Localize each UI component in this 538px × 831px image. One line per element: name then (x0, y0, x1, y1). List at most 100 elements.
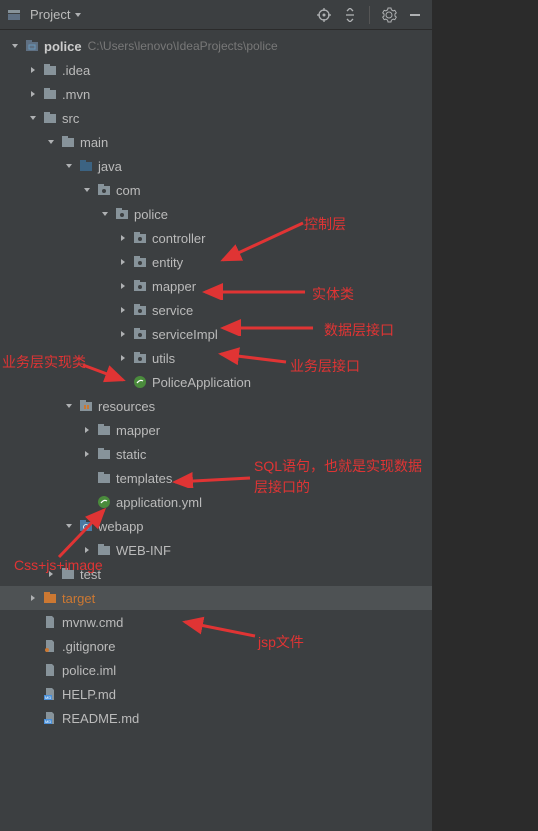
chevron-down-icon (8, 39, 22, 53)
tree-item-java[interactable]: java (0, 154, 432, 178)
node-label: main (80, 135, 108, 150)
toolbar-title: Project (30, 7, 70, 22)
tree-item-main[interactable]: main (0, 130, 432, 154)
web-folder-icon (78, 518, 94, 534)
tree-item-appyml[interactable]: application.yml (0, 490, 432, 514)
module-icon (24, 38, 40, 54)
node-label: police (44, 39, 82, 54)
chevron-right-icon (26, 87, 40, 101)
tree-item-policeapp[interactable]: PoliceApplication (0, 370, 432, 394)
package-icon (96, 182, 112, 198)
chevron-right-icon (116, 255, 130, 269)
node-label: PoliceApplication (152, 375, 251, 390)
package-icon (132, 278, 148, 294)
folder-icon (96, 422, 112, 438)
spring-config-icon (96, 494, 112, 510)
tree-item-src[interactable]: src (0, 106, 432, 130)
folder-icon (60, 134, 76, 150)
chevron-down-icon (80, 183, 94, 197)
tree-item-resources[interactable]: resources (0, 394, 432, 418)
project-view-icon (6, 7, 22, 23)
tree-item-target[interactable]: target (0, 586, 432, 610)
tree-item-mapper[interactable]: mapper (0, 274, 432, 298)
file-icon (42, 662, 58, 678)
tree-item-webinf[interactable]: WEB-INF (0, 538, 432, 562)
tree-item-utils[interactable]: utils (0, 346, 432, 370)
tree-item-idea[interactable]: .idea (0, 58, 432, 82)
package-icon (132, 350, 148, 366)
chevron-down-icon (44, 135, 58, 149)
node-label: target (62, 591, 95, 606)
source-folder-icon (78, 158, 94, 174)
node-label: test (80, 567, 101, 582)
tree-item-test[interactable]: test (0, 562, 432, 586)
tree-item-controller[interactable]: controller (0, 226, 432, 250)
node-label: static (116, 447, 146, 462)
chevron-right-icon (116, 351, 130, 365)
node-label: java (98, 159, 122, 174)
tree-item-police-pkg[interactable]: police (0, 202, 432, 226)
chevron-right-icon (26, 591, 40, 605)
chevron-down-icon (62, 159, 76, 173)
tree-item-service[interactable]: service (0, 298, 432, 322)
chevron-right-icon (116, 279, 130, 293)
node-label: .gitignore (62, 639, 115, 654)
chevron-right-icon (80, 543, 94, 557)
folder-icon (96, 446, 112, 462)
locate-icon[interactable] (313, 4, 335, 26)
markdown-icon: MD (42, 710, 58, 726)
tree-item-entity[interactable]: entity (0, 250, 432, 274)
tree-item-mvn[interactable]: .mvn (0, 82, 432, 106)
folder-icon (42, 110, 58, 126)
folder-icon (96, 542, 112, 558)
tree-item-static[interactable]: static (0, 442, 432, 466)
node-label: entity (152, 255, 183, 270)
node-label: src (62, 111, 79, 126)
chevron-down-icon (62, 399, 76, 413)
excluded-folder-icon (42, 590, 58, 606)
minimize-icon[interactable] (404, 4, 426, 26)
node-label: HELP.md (62, 687, 116, 702)
chevron-right-icon (44, 567, 58, 581)
chevron-right-icon (116, 231, 130, 245)
node-label: application.yml (116, 495, 202, 510)
package-icon (132, 230, 148, 246)
tree-item-readme[interactable]: MD README.md (0, 706, 432, 730)
node-label: com (116, 183, 141, 198)
tree-item-templates[interactable]: templates (0, 466, 432, 490)
tree-item-help[interactable]: MD HELP.md (0, 682, 432, 706)
gear-icon[interactable] (378, 4, 400, 26)
node-label: webapp (98, 519, 144, 534)
folder-icon (60, 566, 76, 582)
tree-item-gitignore[interactable]: .gitignore (0, 634, 432, 658)
node-label: .idea (62, 63, 90, 78)
chevron-down-icon (26, 111, 40, 125)
project-selector[interactable]: Project (6, 6, 82, 24)
tree-item-webapp[interactable]: webapp (0, 514, 432, 538)
markdown-icon: MD (42, 686, 58, 702)
tree-item-mvnw[interactable]: mvnw.cmd (0, 610, 432, 634)
resources-folder-icon (78, 398, 94, 414)
folder-icon (42, 62, 58, 78)
node-label: .mvn (62, 87, 90, 102)
node-label: controller (152, 231, 205, 246)
file-icon (42, 614, 58, 630)
tree-item-com[interactable]: com (0, 178, 432, 202)
node-label: police (134, 207, 168, 222)
package-icon (114, 206, 130, 222)
expand-all-icon[interactable] (339, 4, 361, 26)
chevron-down-icon (62, 519, 76, 533)
folder-icon (42, 86, 58, 102)
node-label: templates (116, 471, 172, 486)
tree-item-serviceimpl[interactable]: serviceImpl (0, 322, 432, 346)
spring-class-icon (132, 374, 148, 390)
svg-text:MD: MD (45, 719, 51, 724)
tree-item-res-mapper[interactable]: mapper (0, 418, 432, 442)
package-icon (132, 302, 148, 318)
project-panel: Project police C:\Users\lenovo\IdeaProje… (0, 0, 432, 831)
tree-item-iml[interactable]: police.iml (0, 658, 432, 682)
node-label: WEB-INF (116, 543, 171, 558)
chevron-down-icon (98, 207, 112, 221)
tree-root-police[interactable]: police C:\Users\lenovo\IdeaProjects\poli… (0, 34, 432, 58)
node-label: mapper (152, 279, 196, 294)
